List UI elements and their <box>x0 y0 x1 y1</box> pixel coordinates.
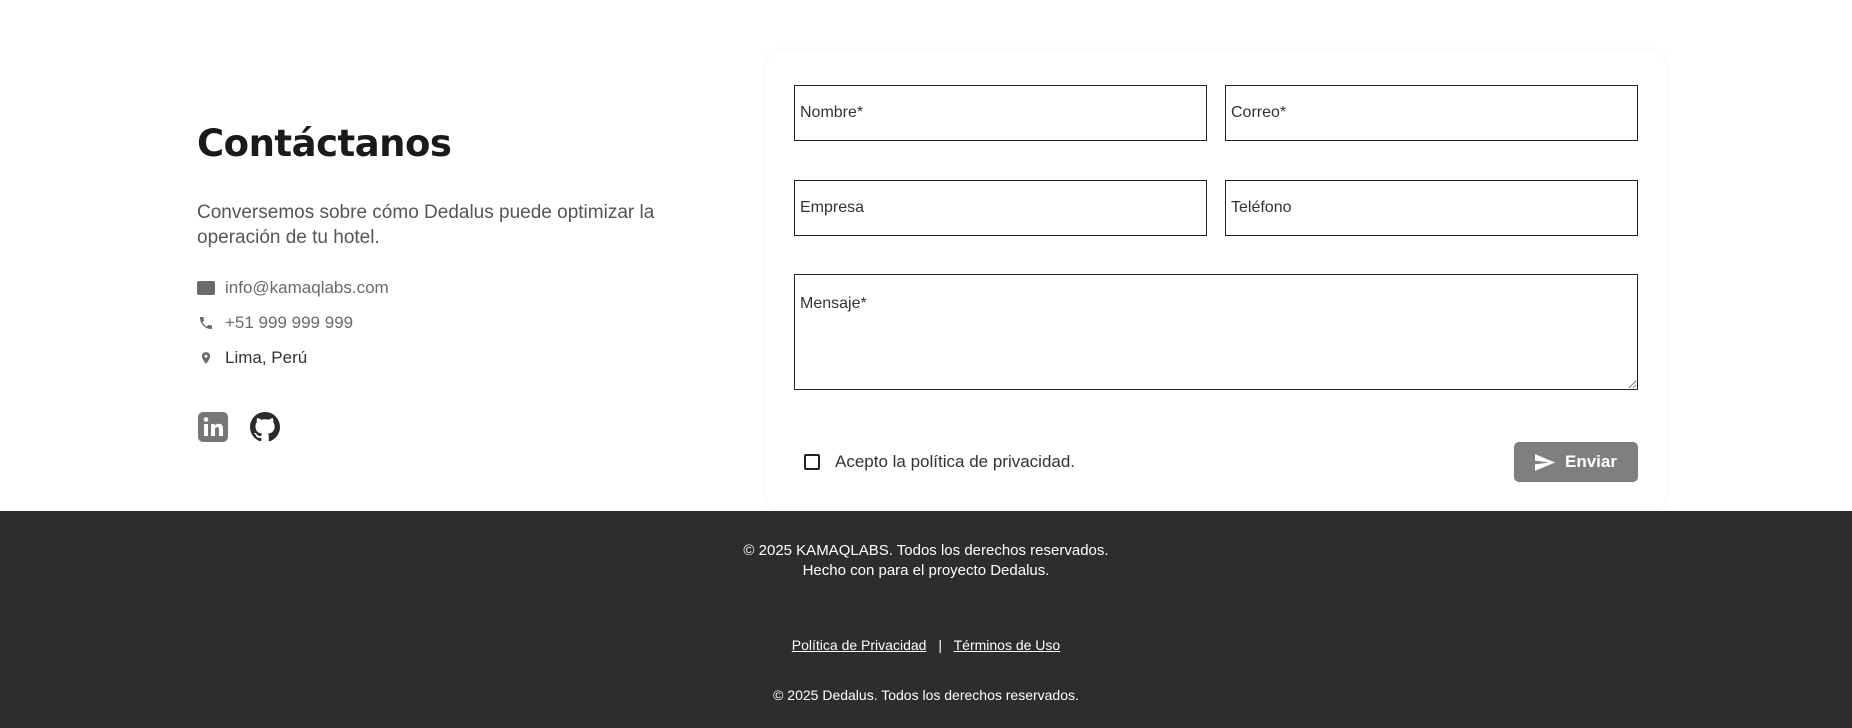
send-button[interactable]: Enviar <box>1514 442 1638 482</box>
footer: © 2025 KAMAQLABS. Todos los derechos res… <box>0 511 1852 728</box>
github-link[interactable] <box>249 411 281 443</box>
contact-location-text: Lima, Perú <box>225 347 308 367</box>
footer-copyright-product: © 2025 Dedalus. Todos los derechos reser… <box>773 687 1079 703</box>
github-icon <box>250 412 280 442</box>
privacy-label: Acepto la política de privacidad. <box>835 452 1076 471</box>
contact-email-text: info@kamaqlabs.com <box>225 277 389 297</box>
email-field[interactable] <box>1225 85 1638 141</box>
message-field[interactable] <box>794 274 1638 390</box>
social-links <box>197 411 677 443</box>
terms-of-use-link[interactable]: Términos de Uso <box>954 637 1061 653</box>
privacy-consent[interactable]: Acepto la política de privacidad. <box>804 452 1075 472</box>
contact-title: Contáctanos <box>197 122 452 165</box>
contact-list: info@kamaqlabs.com +51 999 999 999 Lima,… <box>197 270 677 375</box>
page: Contáctanos Conversemos sobre cómo Dedal… <box>0 0 1852 728</box>
phone-icon <box>197 314 215 332</box>
contact-phone-text: +51 999 999 999 <box>225 312 354 332</box>
send-label: Enviar <box>1565 452 1617 471</box>
contact-email[interactable]: info@kamaqlabs.com <box>197 270 677 305</box>
linkedin-link[interactable] <box>197 411 229 443</box>
contact-info: Contáctanos Conversemos sobre cómo Dedal… <box>197 118 677 443</box>
contact-location: Lima, Perú <box>197 340 677 375</box>
location-pin-icon <box>197 349 215 367</box>
company-field[interactable] <box>794 180 1207 236</box>
phone-field[interactable] <box>1225 180 1638 236</box>
privacy-policy-link[interactable]: Política de Privacidad <box>792 637 927 653</box>
send-icon <box>1535 453 1555 471</box>
privacy-checkbox[interactable] <box>804 454 820 470</box>
footer-copyright-company: © 2025 KAMAQLABS. Todos los derechos res… <box>743 542 1109 559</box>
mail-icon <box>197 279 215 297</box>
name-field[interactable] <box>794 85 1207 141</box>
footer-links: Política de Privacidad | Términos de Uso <box>0 637 1852 653</box>
linkedin-icon <box>198 412 228 442</box>
contact-description: Conversemos sobre cómo Dedalus puede opt… <box>197 202 655 248</box>
contact-form: Acepto la política de privacidad. Enviar <box>766 52 1666 510</box>
footer-link-separator: | <box>938 637 942 653</box>
contact-phone[interactable]: +51 999 999 999 <box>197 305 677 340</box>
footer-made-with: Hecho con para el proyecto Dedalus. <box>802 562 1050 579</box>
